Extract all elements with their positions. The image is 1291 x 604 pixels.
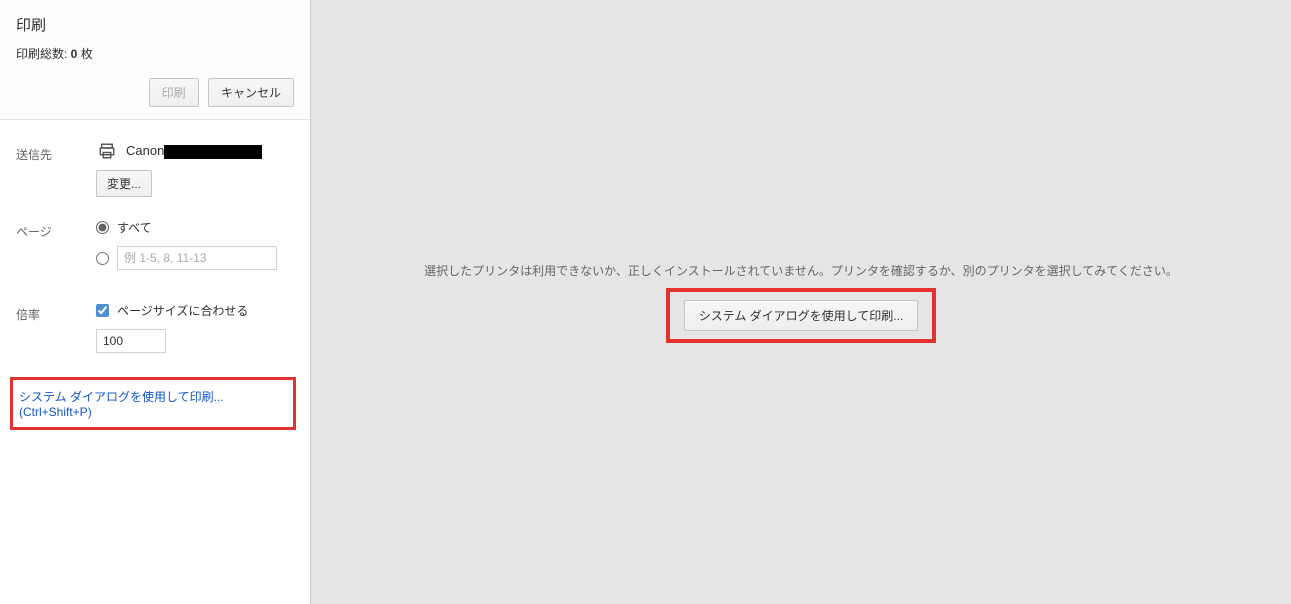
pages-body: すべて xyxy=(96,219,294,280)
destination-body: Canon 変更... xyxy=(96,142,294,197)
printer-icon xyxy=(96,142,118,160)
cancel-button[interactable]: キャンセル xyxy=(208,78,294,107)
scale-value-input[interactable] xyxy=(96,329,166,353)
scale-body: ページサイズに合わせる xyxy=(96,302,294,353)
preview-pane: 選択したプリンタは利用できないか、正しくインストールされていません。プリンタを確… xyxy=(311,0,1291,604)
summary-prefix: 印刷総数: xyxy=(16,47,71,61)
destination-label: 送信先 xyxy=(16,142,96,163)
dialog-title: 印刷 xyxy=(16,14,294,35)
pages-range-radio[interactable] xyxy=(96,252,109,265)
print-button[interactable]: 印刷 xyxy=(149,78,199,107)
scale-label: 倍率 xyxy=(16,302,96,323)
print-settings-sidebar: 印刷 印刷総数: 0 枚 印刷 キャンセル 送信先 xyxy=(0,0,311,604)
system-dialog-link[interactable]: システム ダイアログを使用して印刷... xyxy=(19,388,287,405)
pages-all-label: すべて xyxy=(117,219,152,236)
fit-page-checkbox[interactable] xyxy=(96,304,109,317)
pages-row: ページ すべて xyxy=(16,205,294,288)
redacted-text xyxy=(164,145,262,159)
printer-name: Canon xyxy=(126,143,262,159)
change-destination-button[interactable]: 変更... xyxy=(96,170,152,197)
pages-range-option[interactable] xyxy=(96,246,294,270)
fit-page-option[interactable]: ページサイズに合わせる xyxy=(96,302,294,319)
pages-all-option[interactable]: すべて xyxy=(96,219,294,236)
summary-suffix: 枚 xyxy=(77,47,92,61)
destination-row: 送信先 Canon 変更... xyxy=(16,128,294,205)
system-dialog-highlight: システム ダイアログを使用して印刷... (Ctrl+Shift+P) xyxy=(10,377,296,430)
fit-page-label: ページサイズに合わせる xyxy=(117,302,248,319)
settings-block: 送信先 Canon 変更... xyxy=(0,120,310,369)
print-header: 印刷 印刷総数: 0 枚 印刷 キャンセル xyxy=(0,0,310,120)
header-button-row: 印刷 キャンセル xyxy=(16,78,294,107)
print-total-summary: 印刷総数: 0 枚 xyxy=(16,45,294,62)
pages-range-input[interactable] xyxy=(117,246,277,270)
scale-row: 倍率 ページサイズに合わせる xyxy=(16,288,294,361)
printer-name-prefix: Canon xyxy=(126,143,164,158)
printer-error-message: 選択したプリンタは利用できないか、正しくインストールされていません。プリンタを確… xyxy=(424,261,1178,283)
current-printer: Canon xyxy=(96,142,294,160)
system-dialog-button[interactable]: システム ダイアログを使用して印刷... xyxy=(684,300,919,331)
pages-label: ページ xyxy=(16,219,96,240)
system-dialog-button-highlight: システム ダイアログを使用して印刷... xyxy=(666,288,937,343)
system-dialog-shortcut: (Ctrl+Shift+P) xyxy=(19,405,287,419)
pages-all-radio[interactable] xyxy=(96,221,109,234)
